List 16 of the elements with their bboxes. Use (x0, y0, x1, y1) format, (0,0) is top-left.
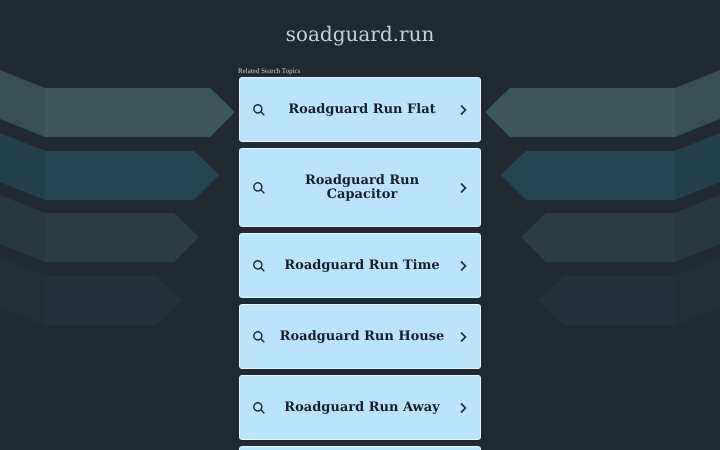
search-topic-link[interactable]: Roadguard Run Capacitor (239, 148, 481, 227)
site-title: soadguard.run (286, 22, 434, 46)
search-topic-link[interactable]: Roadguard Run House (239, 304, 481, 369)
search-icon (252, 330, 266, 344)
search-topic-link[interactable]: Roadguard Run Time (239, 233, 481, 298)
search-icon (252, 400, 266, 414)
search-topic-link[interactable]: Roadguard Run Away (239, 375, 481, 440)
search-topic-link[interactable]: Roadguard Run Flat (239, 77, 481, 142)
chevron-right-icon (458, 104, 468, 116)
chevron-right-icon (458, 330, 468, 342)
search-icon (252, 102, 266, 116)
search-icon (252, 258, 266, 272)
chevron-right-icon (458, 182, 468, 194)
chevron-right-icon (458, 260, 468, 272)
search-icon (252, 180, 266, 194)
chevron-right-icon (458, 402, 468, 414)
